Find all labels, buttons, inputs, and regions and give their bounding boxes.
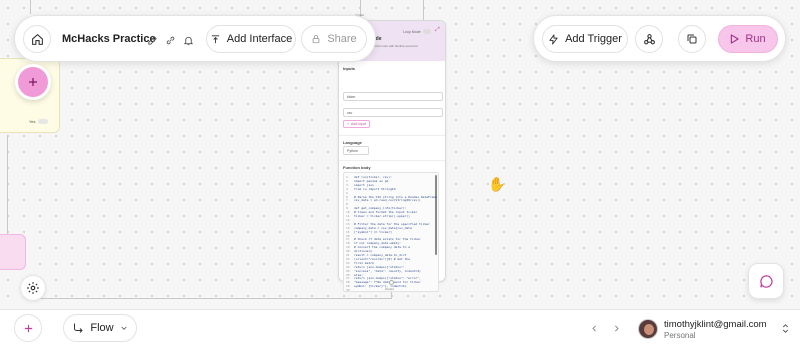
lightning-icon xyxy=(549,33,558,45)
chat-bubble-icon xyxy=(759,274,773,288)
home-button[interactable] xyxy=(23,25,51,53)
edge-left-vertical xyxy=(7,135,8,235)
prev-button[interactable] xyxy=(587,321,601,335)
function-body-label: Function body xyxy=(343,165,371,170)
node-bottom-label: Output xyxy=(385,287,395,291)
link-icon xyxy=(166,36,174,44)
chevron-right-icon xyxy=(614,325,619,331)
language-label: Language xyxy=(343,140,362,145)
bottom-bar: Flow timothyjklint@gmail.com Personal xyxy=(0,309,800,345)
run-button[interactable]: Run xyxy=(718,25,778,53)
gear-icon xyxy=(27,282,39,294)
edge-top-node-2 xyxy=(423,0,424,20)
run-label: Run xyxy=(745,33,766,45)
add-trigger-button[interactable]: Add Trigger xyxy=(542,25,628,53)
section-divider-2 xyxy=(339,160,445,161)
expand-icon[interactable]: ⤢ xyxy=(435,27,440,34)
code-line: symbol: {ticker}"}, indent=4) xyxy=(354,284,407,289)
edge-top-left xyxy=(30,0,31,14)
node-bottom-port[interactable] xyxy=(389,280,394,285)
duplicate-button[interactable] xyxy=(678,25,706,53)
play-icon xyxy=(731,34,740,44)
project-name: McHacks Practice xyxy=(62,33,156,45)
user-email[interactable]: timothyjklint@gmail.com xyxy=(664,319,767,330)
language-select[interactable]: Python xyxy=(343,146,369,155)
plus-icon xyxy=(29,78,37,86)
add-input-button[interactable]: + Add Input xyxy=(343,120,371,128)
language-value: Python xyxy=(347,149,358,153)
plus-icon: + xyxy=(347,122,350,126)
flow-label: Flow xyxy=(90,322,114,334)
code-line: ticker = ticker.strip().upper() xyxy=(354,214,410,218)
add-interface-button[interactable]: Add Interface xyxy=(206,25,296,53)
code-line: from io import StringIO xyxy=(354,186,396,191)
chevron-down-icon xyxy=(120,326,127,330)
copy-icon xyxy=(687,34,697,44)
next-button[interactable] xyxy=(609,321,623,335)
add-node-button[interactable] xyxy=(15,64,51,100)
node-yellow-toggle[interactable] xyxy=(38,119,48,124)
node-left-pink[interactable] xyxy=(0,234,26,270)
share-button[interactable]: Share xyxy=(301,25,367,53)
chat-button[interactable] xyxy=(748,263,784,299)
copy-link-button[interactable] xyxy=(163,33,177,47)
bottom-add-button[interactable] xyxy=(14,314,42,342)
workspace-name: Personal xyxy=(664,331,696,340)
flow-selector[interactable]: Flow xyxy=(63,314,137,342)
code-editor[interactable]: 1 def run(ticker, csv): 2 import pandas as… xyxy=(343,172,439,292)
add-interface-label: Add Interface xyxy=(226,33,293,45)
add-input-label: Add Input xyxy=(351,122,367,126)
chevron-left-icon xyxy=(591,325,596,331)
avatar-face xyxy=(644,324,654,335)
code-scrollbar[interactable] xyxy=(435,175,437,255)
edit-name-button[interactable] xyxy=(145,33,159,47)
code-line: ["symbol"] == ticker] xyxy=(354,229,392,234)
actions-toolbar: Add Trigger Run xyxy=(533,15,786,62)
flow-icon xyxy=(74,323,84,333)
project-toolbar: McHacks Practice Add Interface Share xyxy=(14,15,376,62)
code-line: "success", "data": result}, indent=4) xyxy=(354,268,421,273)
lock-icon xyxy=(312,34,320,44)
account-menu-button[interactable] xyxy=(778,321,792,335)
webhook-icon xyxy=(643,33,655,44)
notifications-button[interactable] xyxy=(181,33,195,47)
code-line-number: 30 xyxy=(346,288,350,292)
interface-icon xyxy=(211,34,219,43)
webhook-button[interactable] xyxy=(635,25,663,53)
input-field-1[interactable]: ticker xyxy=(343,92,443,101)
section-divider-1 xyxy=(339,135,445,136)
settings-button[interactable] xyxy=(20,275,46,301)
edge-bottom-horizontal xyxy=(40,298,392,299)
add-trigger-label: Add Trigger xyxy=(565,33,622,45)
home-icon xyxy=(31,33,43,45)
bell-icon xyxy=(183,36,193,45)
inputs-label: Inputs xyxy=(343,66,355,71)
chevron-updown-icon xyxy=(782,323,788,333)
node-run-mode-toggle[interactable] xyxy=(423,29,431,34)
plus-icon xyxy=(24,324,32,332)
node-run-mode-label: Loop Mode xyxy=(403,30,421,34)
node-yellow-toggle-label: Yes xyxy=(29,119,36,124)
input-field-2[interactable]: csv xyxy=(343,108,443,117)
pencil-icon xyxy=(147,35,157,45)
code-line: csv_data = pd.read_csv(StringIO(csv)) xyxy=(354,198,421,203)
avatar[interactable] xyxy=(638,319,658,339)
share-label: Share xyxy=(327,33,357,45)
hand-cursor-icon: ✋ xyxy=(488,176,506,192)
